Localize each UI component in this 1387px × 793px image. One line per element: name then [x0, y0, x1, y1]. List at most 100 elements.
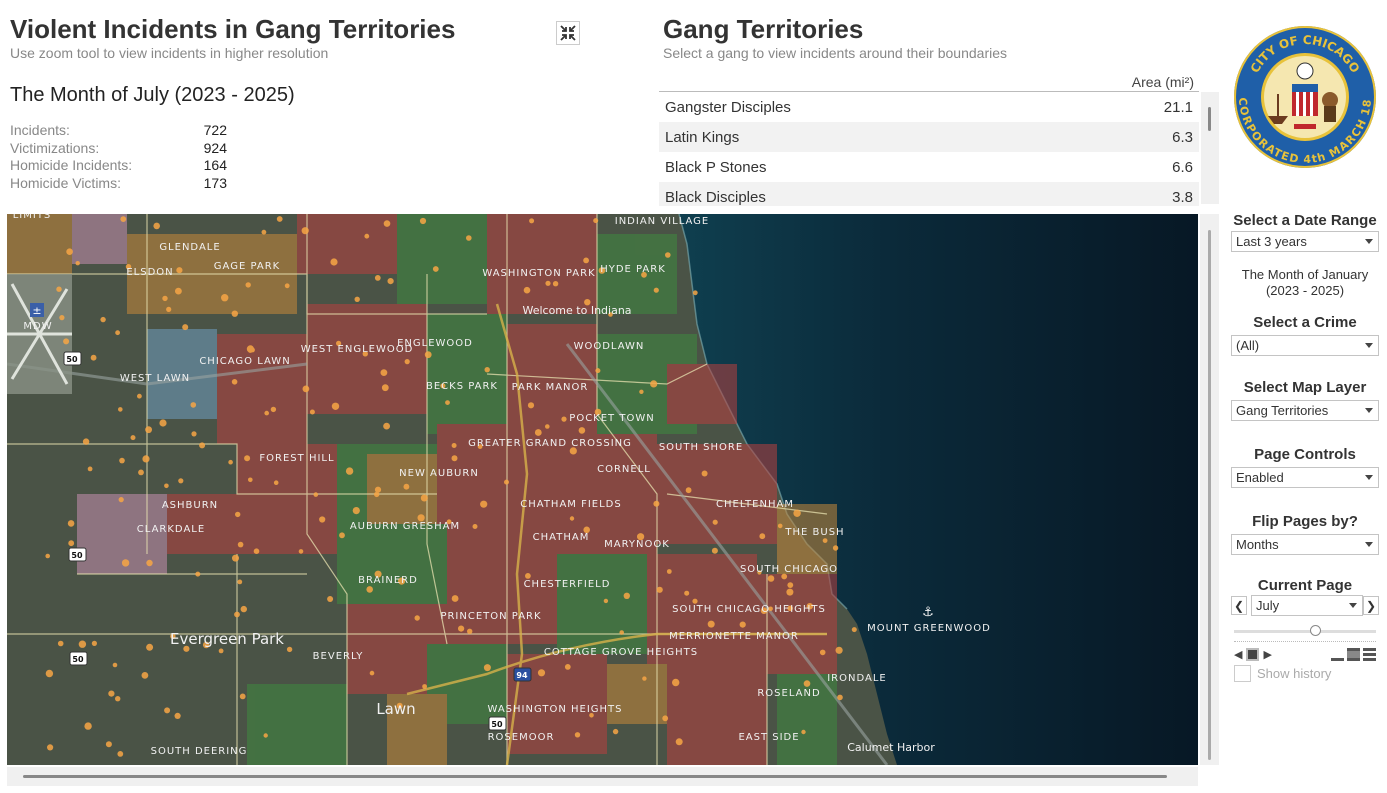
- next-page-button[interactable]: ❯: [1363, 596, 1379, 615]
- incident-dot[interactable]: [166, 306, 172, 312]
- incident-dot[interactable]: [451, 455, 458, 462]
- incident-dot[interactable]: [484, 367, 490, 373]
- incident-dot[interactable]: [374, 486, 382, 493]
- incident-dot[interactable]: [108, 690, 115, 697]
- incident-dot[interactable]: [276, 216, 283, 222]
- incident-dot[interactable]: [712, 519, 718, 525]
- incident-dot[interactable]: [352, 507, 360, 515]
- speed-fast-icon[interactable]: [1363, 648, 1376, 661]
- incident-dot[interactable]: [569, 516, 575, 521]
- gang-row[interactable]: Black P Stones 6.6: [659, 152, 1199, 182]
- incident-dot[interactable]: [146, 643, 154, 651]
- incident-dot[interactable]: [119, 457, 125, 464]
- incident-dot[interactable]: [284, 283, 290, 289]
- incident-dot[interactable]: [445, 400, 450, 405]
- incident-dot[interactable]: [199, 442, 206, 449]
- incident-dot[interactable]: [47, 744, 54, 751]
- incident-dot[interactable]: [420, 494, 428, 502]
- incident-dot[interactable]: [57, 640, 64, 647]
- speed-medium-icon[interactable]: [1347, 648, 1360, 661]
- incident-dot[interactable]: [66, 248, 73, 255]
- incident-dot[interactable]: [245, 282, 251, 288]
- incident-dot[interactable]: [665, 252, 671, 258]
- incident-dot[interactable]: [182, 324, 189, 331]
- gang-table-scrollbar[interactable]: [1201, 92, 1219, 204]
- page-slider[interactable]: [1234, 624, 1376, 638]
- incident-dot[interactable]: [164, 707, 171, 714]
- incident-dot[interactable]: [141, 672, 149, 679]
- incident-dot[interactable]: [529, 218, 535, 224]
- incident-dot[interactable]: [115, 330, 120, 336]
- incident-dot[interactable]: [467, 628, 473, 634]
- incident-dot[interactable]: [159, 419, 167, 427]
- incident-dot[interactable]: [218, 648, 224, 654]
- incident-dot[interactable]: [240, 605, 247, 613]
- incident-dot[interactable]: [653, 287, 659, 293]
- scrollbar-thumb[interactable]: [1208, 107, 1211, 131]
- map-horizontal-scrollbar[interactable]: [7, 767, 1198, 786]
- incident-dot[interactable]: [191, 431, 197, 437]
- incident-dot[interactable]: [564, 664, 571, 670]
- incident-dot[interactable]: [263, 733, 268, 738]
- incident-dot[interactable]: [176, 267, 183, 274]
- incident-dot[interactable]: [313, 492, 319, 497]
- map-vertical-scrollbar[interactable]: [1200, 214, 1219, 765]
- incident-dot[interactable]: [130, 435, 136, 441]
- incident-dot[interactable]: [302, 385, 310, 393]
- play-forward-icon[interactable]: ▶: [1263, 648, 1271, 661]
- incident-dot[interactable]: [383, 422, 390, 430]
- incident-dot[interactable]: [78, 640, 87, 648]
- incident-dot[interactable]: [68, 540, 75, 547]
- incident-dot[interactable]: [231, 310, 238, 317]
- incident-dot[interactable]: [466, 235, 472, 241]
- incident-dot[interactable]: [832, 545, 839, 551]
- incident-dot[interactable]: [234, 611, 240, 618]
- flip-pages-select[interactable]: Months: [1231, 534, 1379, 555]
- incident-dot[interactable]: [178, 478, 184, 484]
- incident-dot[interactable]: [650, 380, 658, 388]
- incident-dot[interactable]: [369, 670, 375, 676]
- incident-dot[interactable]: [137, 393, 142, 399]
- crime-select[interactable]: (All): [1231, 335, 1379, 356]
- incident-dot[interactable]: [711, 547, 718, 554]
- incident-dot[interactable]: [195, 571, 201, 577]
- incident-dot[interactable]: [63, 338, 70, 345]
- incident-dot[interactable]: [793, 509, 801, 517]
- incident-dot[interactable]: [248, 477, 253, 483]
- incident-dot[interactable]: [331, 402, 340, 410]
- current-page-select[interactable]: July: [1251, 595, 1363, 616]
- incident-dot[interactable]: [786, 588, 794, 596]
- incident-dot[interactable]: [451, 443, 457, 448]
- incident-dot[interactable]: [380, 369, 388, 376]
- incident-dot[interactable]: [120, 216, 127, 222]
- incident-dot[interactable]: [345, 467, 354, 475]
- incident-dot[interactable]: [801, 729, 806, 735]
- incident-dot[interactable]: [759, 533, 766, 540]
- incident-dot[interactable]: [822, 538, 828, 543]
- incident-dot[interactable]: [803, 680, 811, 687]
- incident-dot[interactable]: [692, 290, 698, 296]
- incident-dot[interactable]: [707, 620, 715, 628]
- incident-dot[interactable]: [273, 480, 279, 486]
- incident-dot[interactable]: [59, 315, 65, 321]
- incident-dot[interactable]: [403, 483, 410, 490]
- incident-dot[interactable]: [301, 227, 309, 235]
- incident-dot[interactable]: [231, 379, 238, 385]
- incident-dot[interactable]: [527, 402, 535, 409]
- incident-dot[interactable]: [118, 497, 124, 503]
- slider-thumb[interactable]: [1309, 625, 1321, 636]
- play-backward-icon[interactable]: ◀: [1234, 648, 1242, 661]
- incident-dot[interactable]: [327, 596, 334, 602]
- scrollbar-thumb[interactable]: [23, 775, 1167, 778]
- incident-dot[interactable]: [100, 316, 106, 323]
- gang-row[interactable]: Black Disciples 3.8: [659, 182, 1199, 206]
- incident-dot[interactable]: [261, 229, 267, 235]
- incident-dot[interactable]: [381, 384, 389, 392]
- incident-dot[interactable]: [672, 678, 680, 687]
- incident-dot[interactable]: [419, 217, 427, 225]
- incident-dot[interactable]: [642, 676, 647, 681]
- incident-dot[interactable]: [777, 523, 783, 529]
- incident-dot[interactable]: [221, 294, 229, 302]
- incident-dot[interactable]: [578, 427, 586, 434]
- incident-dot[interactable]: [90, 354, 97, 361]
